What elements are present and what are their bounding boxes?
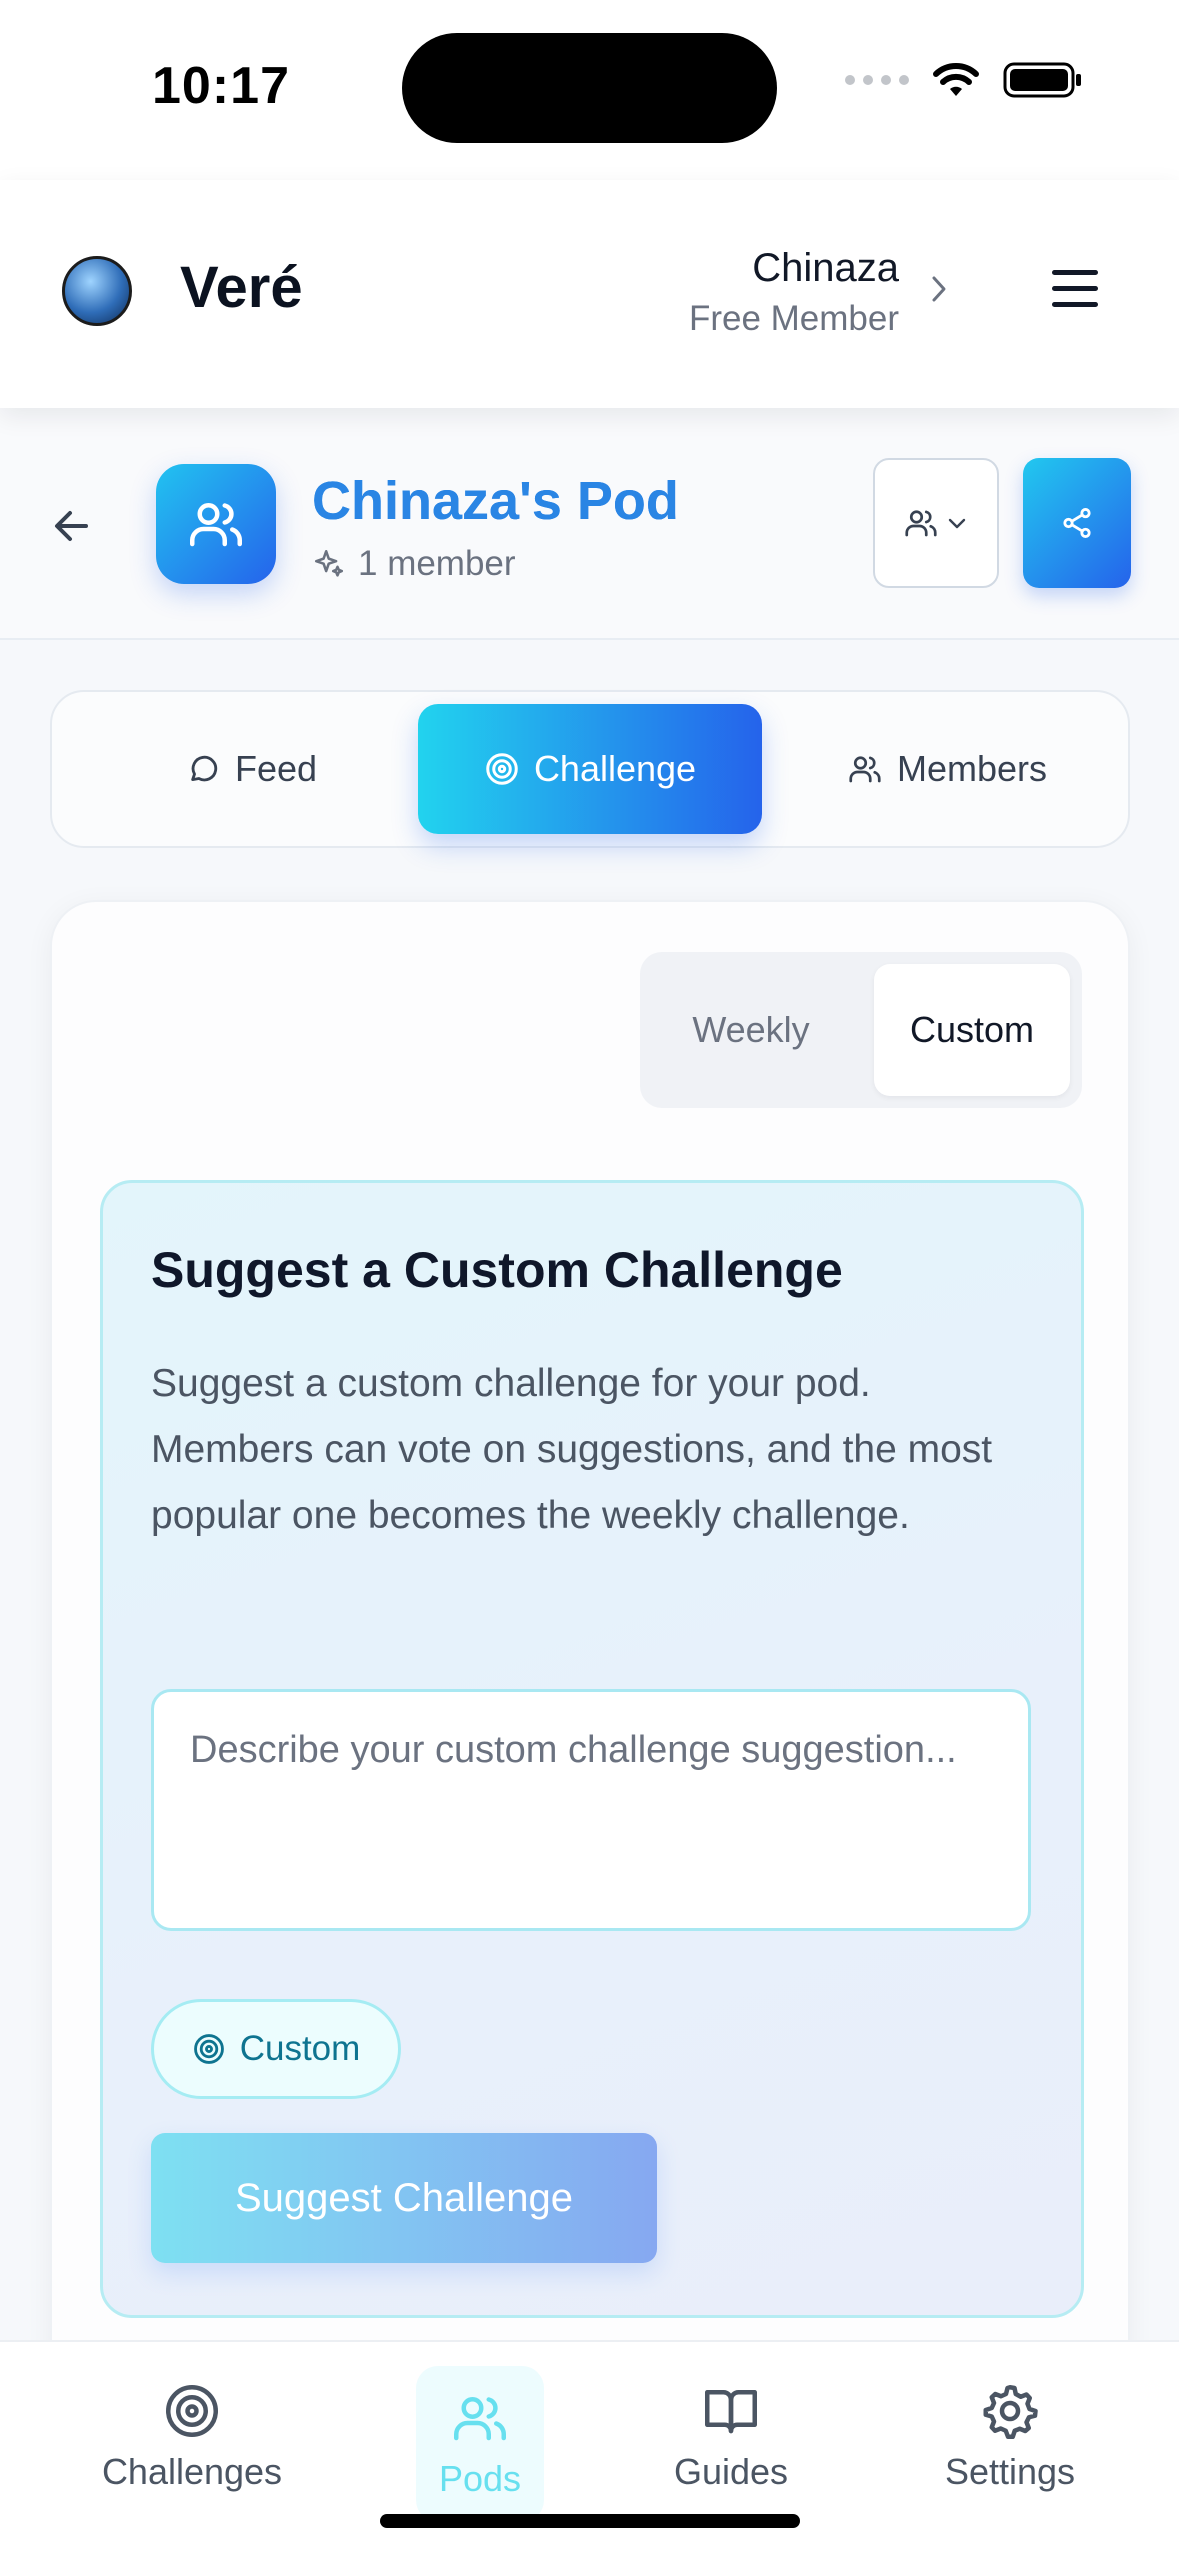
- status-bar: 10:17: [0, 0, 1179, 180]
- challenge-mode-toggle: Weekly Custom: [640, 952, 1082, 1108]
- status-icons: [845, 60, 1083, 100]
- users-icon: [454, 2397, 507, 2441]
- tab-feed-label: Feed: [234, 748, 318, 789]
- share-button[interactable]: [1023, 458, 1131, 588]
- nav-challenges-label: Challenges: [101, 2451, 283, 2492]
- app-logo[interactable]: [62, 256, 132, 326]
- status-time: 10:17: [152, 57, 290, 115]
- mode-weekly-button[interactable]: Weekly: [640, 952, 862, 1108]
- pod-tabs: Feed Challenge Members: [50, 690, 1130, 848]
- share-icon: [1063, 507, 1091, 539]
- suggest-title: Suggest a Custom Challenge: [151, 1242, 843, 1298]
- target-icon: [193, 2034, 224, 2064]
- tab-members-label: Members: [896, 748, 1048, 789]
- dynamic-island: [402, 33, 777, 143]
- suggest-challenge-panel: Suggest a Custom Challenge Suggest a cus…: [100, 1180, 1084, 2318]
- member-count: 1 member: [358, 544, 516, 583]
- home-indicator: [380, 2514, 800, 2528]
- gear-icon: [983, 2385, 1038, 2439]
- users-icon: [905, 510, 937, 537]
- challenge-type-chip[interactable]: Custom: [151, 1999, 401, 2099]
- battery-icon: [1003, 62, 1081, 98]
- pod-title: Chinaza's Pod: [312, 471, 679, 531]
- tab-feed[interactable]: Feed: [72, 704, 432, 834]
- mode-custom-button[interactable]: Custom: [874, 964, 1070, 1096]
- sparkles-icon: [314, 549, 344, 577]
- chevron-down-icon: [948, 518, 966, 529]
- target-icon: [166, 2385, 218, 2437]
- cellular-signal-icon: [845, 75, 909, 85]
- pod-avatar: [156, 464, 276, 584]
- user-profile-link[interactable]: Chinaza Free Member: [689, 242, 899, 344]
- tab-members[interactable]: Members: [782, 704, 1112, 834]
- app-header: Veré Chinaza Free Member: [0, 180, 1179, 408]
- target-icon: [486, 753, 518, 785]
- challenge-type-label: Custom: [239, 2029, 361, 2068]
- pod-header: Chinaza's Pod 1 member: [0, 408, 1179, 640]
- chevron-right-icon[interactable]: [928, 272, 952, 306]
- challenge-suggestion-input[interactable]: [151, 1689, 1031, 1931]
- nav-settings-label: Settings: [944, 2451, 1076, 2492]
- tab-challenge-label: Challenge: [533, 748, 697, 789]
- nav-pods[interactable]: Pods: [416, 2366, 544, 2522]
- nav-pods-label: Pods: [438, 2458, 522, 2499]
- nav-settings[interactable]: Settings: [880, 2342, 1140, 2532]
- nav-challenges[interactable]: Challenges: [62, 2342, 322, 2532]
- members-dropdown-button[interactable]: [873, 458, 999, 588]
- brand-name: Veré: [180, 255, 303, 320]
- pod-meta: 1 member: [312, 544, 516, 584]
- users-icon: [849, 756, 881, 783]
- user-tier: Free Member: [688, 299, 899, 338]
- back-arrow-icon[interactable]: [52, 506, 92, 546]
- tab-challenge[interactable]: Challenge: [418, 704, 762, 834]
- user-name: Chinaza: [752, 246, 899, 290]
- users-icon: [190, 503, 243, 547]
- challenge-card: Weekly Custom Suggest a Custom Challenge…: [50, 900, 1130, 2400]
- wifi-icon: [933, 63, 979, 96]
- nav-guides-label: Guides: [673, 2451, 789, 2492]
- hamburger-menu-icon[interactable]: [1052, 270, 1098, 308]
- chat-bubble-icon: [191, 755, 218, 782]
- nav-guides[interactable]: Guides: [620, 2342, 842, 2532]
- suggest-description: Suggest a custom challenge for your pod.…: [151, 1362, 993, 1537]
- suggest-challenge-button[interactable]: Suggest Challenge: [151, 2133, 657, 2263]
- book-icon: [705, 2390, 757, 2434]
